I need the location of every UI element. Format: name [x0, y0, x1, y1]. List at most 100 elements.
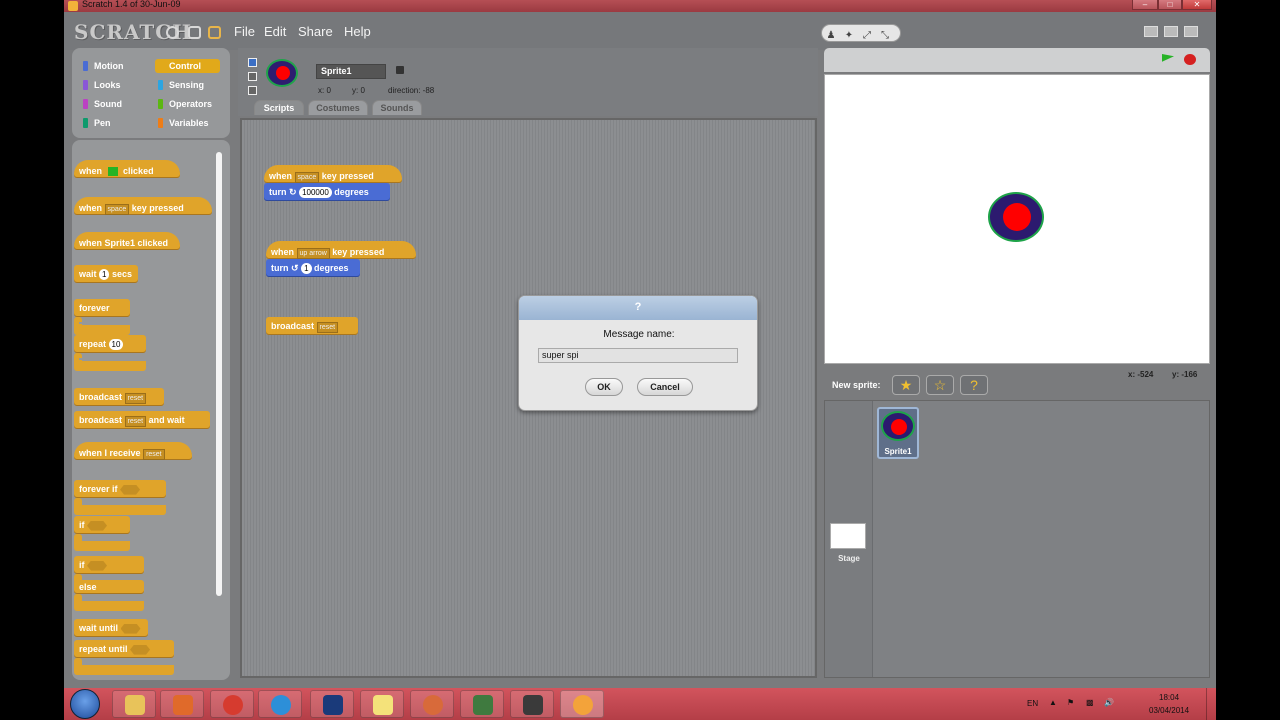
key-dropdown[interactable]: space — [104, 204, 130, 215]
show-desktop-button[interactable] — [1206, 688, 1216, 720]
stage-sprite[interactable] — [988, 192, 1044, 242]
taskbar-chrome[interactable] — [210, 690, 254, 718]
condition-slot[interactable] — [87, 560, 108, 571]
taskbar-media-player[interactable] — [160, 690, 204, 718]
category-control[interactable]: Control — [155, 59, 220, 73]
taskbar-i4[interactable] — [310, 690, 354, 718]
menu-file[interactable]: File — [234, 24, 255, 39]
category-pen[interactable]: Pen — [80, 116, 145, 130]
maximize-button[interactable]: □ — [1158, 0, 1182, 10]
block-when-flag-clicked[interactable]: when clicked — [74, 160, 180, 178]
clock-date[interactable]: 03/04/2014 — [1149, 706, 1189, 715]
duplicate-tool-icon[interactable]: ♟ — [822, 28, 840, 44]
menu-help[interactable]: Help — [344, 24, 371, 39]
category-sensing[interactable]: Sensing — [155, 78, 220, 92]
start-button[interactable] — [70, 689, 100, 719]
tray-arrow-icon[interactable]: ▲ — [1049, 698, 1057, 707]
ok-button[interactable]: OK — [585, 378, 623, 396]
clock-time[interactable]: 18:04 — [1159, 693, 1179, 702]
script-when-up-arrow-pressed[interactable]: when up arrow key pressed — [266, 241, 416, 259]
stop-sign-icon[interactable] — [1184, 54, 1196, 65]
choose-sprite-icon[interactable]: ☆ — [926, 375, 954, 395]
category-looks[interactable]: Looks — [80, 78, 145, 92]
block-when-i-receive[interactable]: when I receive reset — [74, 442, 192, 460]
block-wait[interactable]: wait 1 secs — [74, 265, 138, 283]
taskbar-app-green[interactable] — [460, 690, 504, 718]
block-if[interactable]: if — [74, 516, 130, 534]
sprite-tile[interactable]: Sprite1 — [877, 407, 919, 459]
block-broadcast[interactable]: broadcast reset — [74, 388, 164, 406]
volume-icon[interactable]: 🔊 — [1104, 698, 1114, 707]
condition-slot[interactable] — [120, 623, 141, 634]
wait-input[interactable]: 1 — [99, 269, 110, 280]
network-icon[interactable]: ▩ — [1086, 698, 1094, 707]
block-forever-if[interactable]: forever if — [74, 480, 166, 498]
language-indicator[interactable]: EN — [1027, 699, 1038, 708]
repeat-input[interactable]: 10 — [108, 339, 124, 350]
script-turn-right[interactable]: turn ↻ 100000 degrees — [264, 183, 390, 201]
broadcast-wait-dropdown[interactable]: reset — [124, 416, 147, 427]
taskbar-ie[interactable] — [258, 690, 302, 718]
minimize-button[interactable]: – — [1132, 0, 1158, 10]
condition-slot[interactable] — [120, 484, 141, 495]
block-broadcast-and-wait[interactable]: broadcast reset and wait — [74, 411, 210, 429]
taskbar-explorer[interactable] — [112, 690, 156, 718]
script1-key-dropdown[interactable]: space — [294, 172, 320, 183]
rotation-full-icon[interactable] — [248, 58, 257, 67]
turn-right-input[interactable]: 100000 — [299, 187, 332, 198]
block-repeat-until[interactable]: repeat until — [74, 640, 174, 658]
block-wait-until[interactable]: wait until — [74, 619, 148, 637]
block-repeat[interactable]: repeat 10 — [74, 335, 146, 353]
rotation-none-icon[interactable] — [248, 86, 257, 95]
category-motion[interactable]: Motion — [80, 59, 145, 73]
green-flag-icon[interactable] — [1162, 54, 1174, 62]
stage-canvas[interactable] — [824, 74, 1210, 364]
block-if-else[interactable]: if — [74, 556, 144, 574]
block-forever[interactable]: forever — [74, 299, 130, 317]
stage-thumbnail[interactable] — [830, 523, 866, 549]
broadcast-dropdown[interactable]: reset — [124, 393, 147, 404]
small-stage-mode-icon[interactable] — [1144, 26, 1158, 37]
sprite-name-field[interactable]: Sprite1 — [316, 64, 386, 79]
block-when-key-pressed[interactable]: when space key pressed — [74, 197, 212, 215]
share-icon[interactable] — [208, 26, 221, 39]
menu-edit[interactable]: Edit — [264, 24, 286, 39]
condition-slot[interactable] — [87, 520, 108, 531]
taskbar-scratch[interactable] — [560, 690, 604, 718]
globe-icon[interactable] — [166, 26, 179, 39]
lock-icon[interactable] — [396, 66, 404, 74]
taskbar-notes[interactable] — [360, 690, 404, 718]
category-operators[interactable]: Operators — [155, 97, 220, 111]
paint-sprite-icon[interactable]: ★ — [892, 375, 920, 395]
rotation-flip-icon[interactable] — [248, 72, 257, 81]
delete-tool-icon[interactable]: ✦ — [840, 28, 858, 44]
script-when-space-pressed[interactable]: when space key pressed — [264, 165, 402, 183]
receive-dropdown[interactable]: reset — [143, 449, 165, 460]
condition-slot[interactable] — [130, 644, 151, 655]
tab-scripts[interactable]: Scripts — [254, 100, 304, 115]
taskbar-app-dark[interactable] — [510, 690, 554, 718]
shrink-tool-icon[interactable]: ⤡ — [876, 28, 894, 44]
category-variables[interactable]: Variables — [155, 116, 220, 130]
category-sound[interactable]: Sound — [80, 97, 145, 111]
tab-sounds[interactable]: Sounds — [372, 100, 422, 115]
message-name-input[interactable]: super spi — [538, 348, 738, 363]
turn-left-input[interactable]: 1 — [301, 263, 312, 274]
script3-broadcast-dropdown[interactable]: reset — [316, 322, 339, 333]
tab-costumes[interactable]: Costumes — [308, 100, 368, 115]
palette-scrollbar[interactable] — [216, 152, 222, 596]
menu-share[interactable]: Share — [298, 24, 333, 39]
script2-key-dropdown[interactable]: up arrow — [296, 248, 330, 259]
script-broadcast[interactable]: broadcast reset — [266, 317, 358, 335]
save-icon[interactable] — [188, 26, 201, 39]
cancel-button[interactable]: Cancel — [637, 378, 693, 396]
presentation-mode-icon[interactable] — [1184, 26, 1198, 37]
random-sprite-icon[interactable]: ? — [960, 375, 988, 395]
close-button[interactable]: ✕ — [1182, 0, 1212, 10]
flag-tray-icon[interactable]: ⚑ — [1067, 698, 1074, 707]
block-when-sprite-clicked[interactable]: when Sprite1 clicked — [74, 232, 180, 250]
taskbar-app-ball[interactable] — [410, 690, 454, 718]
grow-tool-icon[interactable]: ⤢ — [858, 28, 876, 44]
normal-stage-mode-icon[interactable] — [1164, 26, 1178, 37]
script-turn-left[interactable]: turn ↺ 1 degrees — [266, 259, 360, 277]
